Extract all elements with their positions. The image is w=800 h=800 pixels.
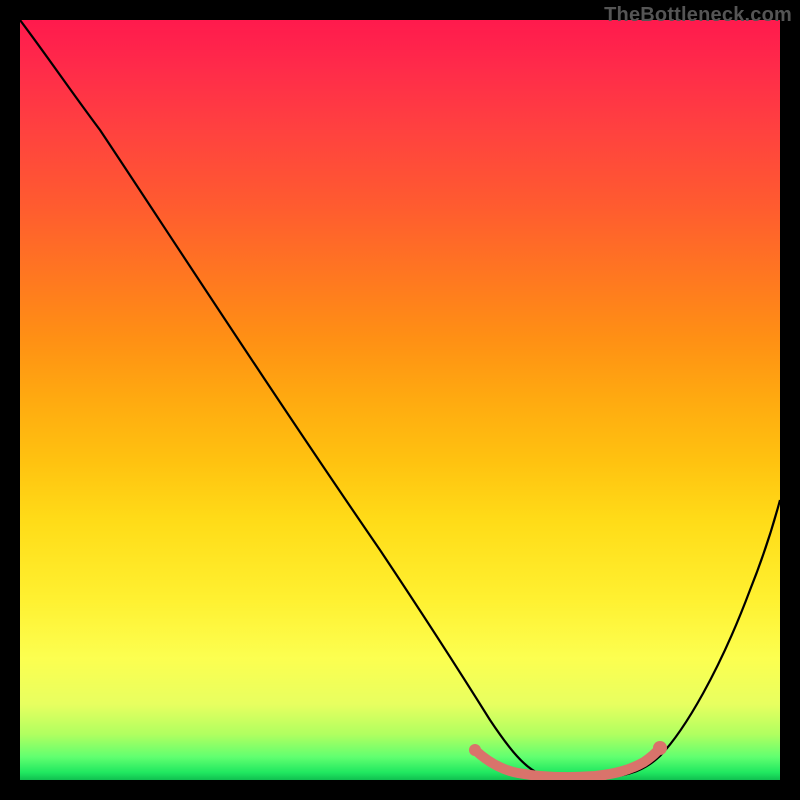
- highlight-dot-start: [469, 744, 481, 756]
- watermark-text: TheBottleneck.com: [604, 4, 792, 27]
- highlight-dot-end: [653, 741, 667, 755]
- highlight-dot-4: [600, 770, 610, 780]
- curve-layer: [20, 20, 780, 780]
- chart-frame: TheBottleneck.com: [0, 0, 800, 800]
- bottleneck-curve: [20, 20, 780, 778]
- highlight-dot-2: [520, 769, 530, 779]
- highlight-flat-region: [475, 748, 660, 777]
- plot-area: [20, 20, 780, 780]
